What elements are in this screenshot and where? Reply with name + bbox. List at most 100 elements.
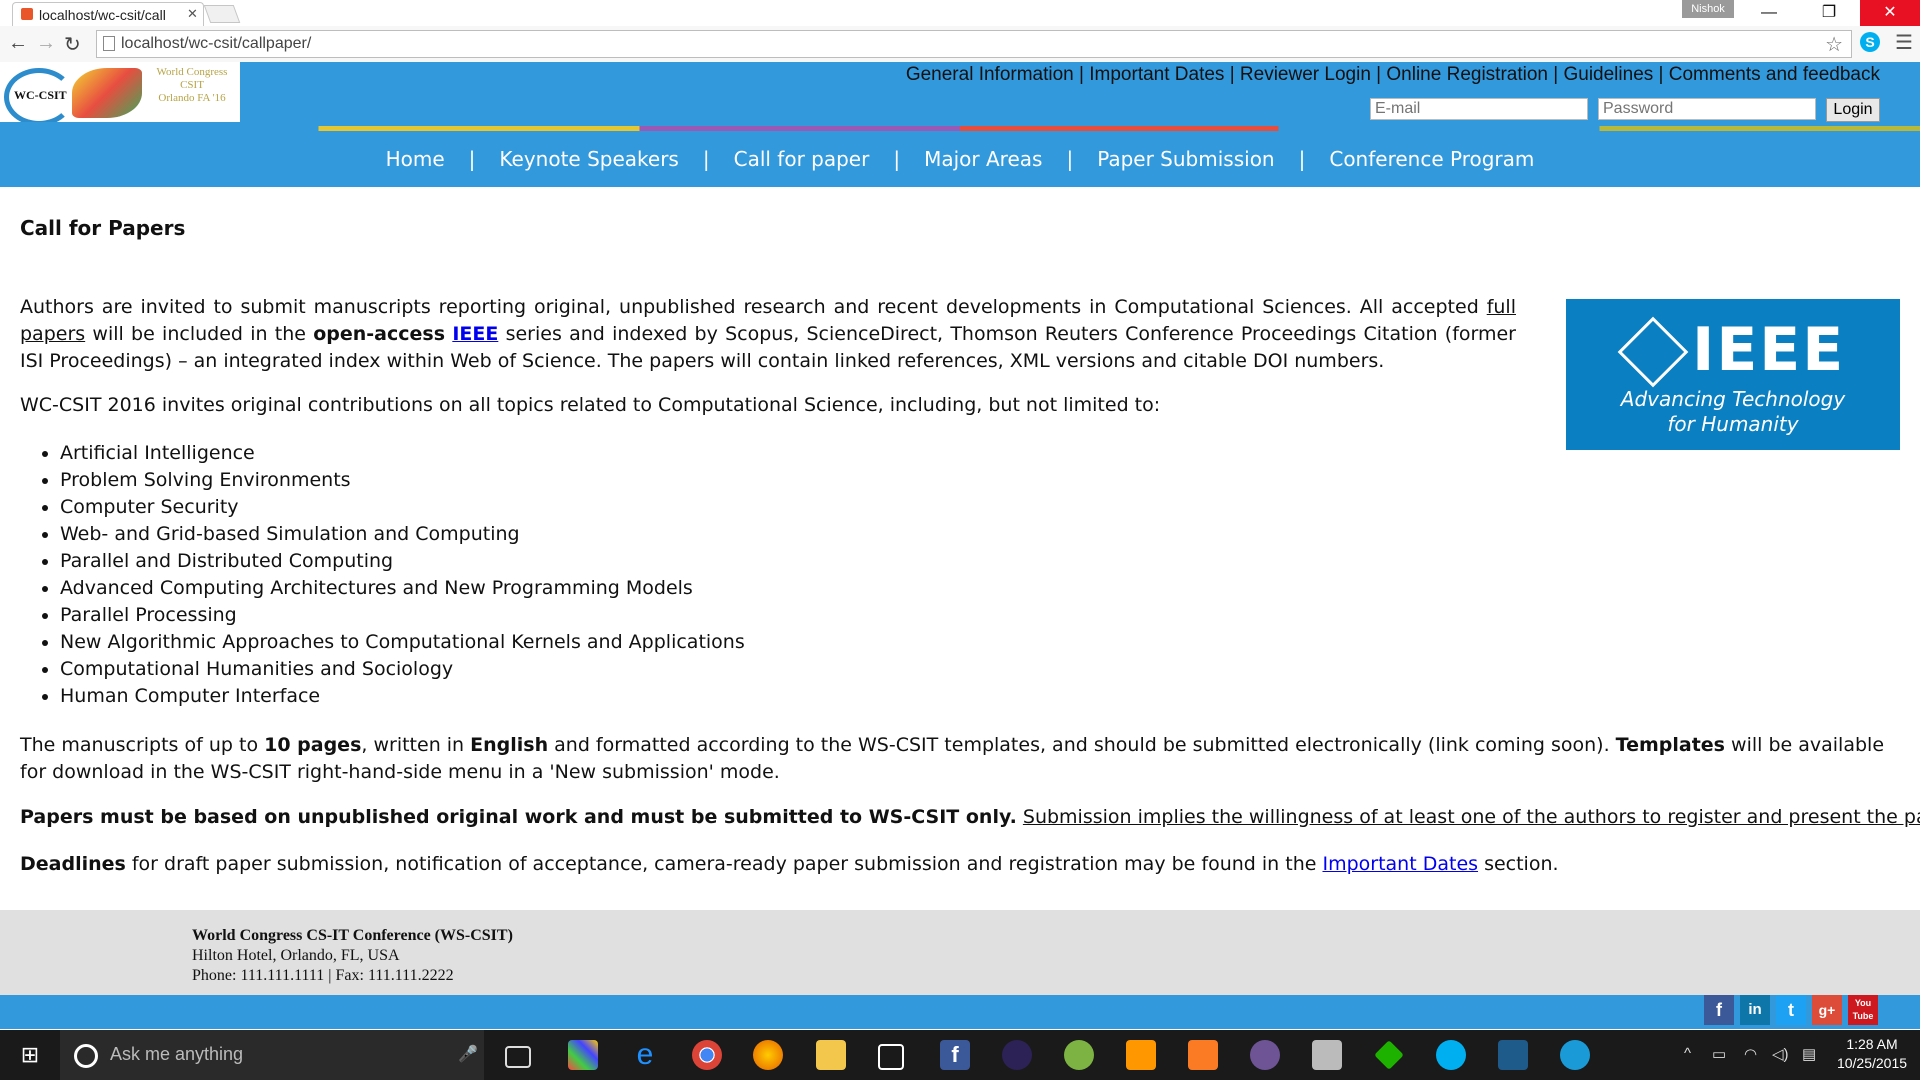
list-item: New Algorithmic Approaches to Computatio… — [60, 629, 745, 656]
facebook-icon[interactable]: f — [1704, 995, 1734, 1025]
nav-separator: | — [1066, 147, 1074, 171]
important-dates-link[interactable]: Important Dates — [1322, 853, 1478, 875]
browser-toolbar: ← → ↻ localhost/wc-csit/callpaper/ ☆ S ☰ — [0, 26, 1920, 63]
topics-intro: WC-CSIT 2016 invites original contributi… — [20, 394, 1161, 416]
pc-icon[interactable] — [1312, 1040, 1342, 1070]
list-item: Problem Solving Environments — [60, 467, 745, 494]
firefox-icon[interactable] — [753, 1040, 783, 1070]
github-icon[interactable] — [1250, 1040, 1280, 1070]
top-link-general-information[interactable]: General Information — [906, 64, 1074, 85]
deadlines-bold: Deadlines — [20, 853, 126, 875]
google-plus-icon[interactable]: g+ — [1812, 995, 1842, 1025]
top-link-guidelines[interactable]: Guidelines — [1563, 64, 1653, 85]
facebook-app-icon[interactable]: f — [940, 1040, 970, 1070]
top-link-online-registration[interactable]: Online Registration — [1386, 64, 1548, 85]
youtube-icon[interactable]: You Tube — [1848, 995, 1878, 1025]
footer-phone: Phone: 111.111.1111 | Fax: 111.111.2222 — [192, 967, 454, 984]
ieee-tagline-1: Advancing Technology — [1620, 387, 1846, 411]
topics-list: Artificial Intelligence Problem Solving … — [20, 440, 745, 710]
taskbar-clock[interactable]: 1:28 AM 10/25/2015 — [1830, 1035, 1914, 1073]
nav-separator: | — [893, 147, 901, 171]
top-link-reviewer-login[interactable]: Reviewer Login — [1240, 64, 1371, 85]
top-link-comments-feedback[interactable]: Comments and feedback — [1669, 64, 1880, 85]
store-icon[interactable] — [878, 1044, 904, 1070]
chrome-icon[interactable] — [692, 1040, 722, 1070]
bookmark-star-icon[interactable]: ☆ — [1825, 32, 1843, 57]
linkedin-icon[interactable]: in — [1740, 995, 1770, 1025]
nav-separator: | — [1298, 147, 1306, 171]
nav-conference-program[interactable]: Conference Program — [1329, 147, 1534, 171]
new-tab-button[interactable] — [203, 5, 241, 23]
manuscripts-text-a: The manuscripts of up to — [20, 734, 265, 756]
footer-contact: World Congress CS-IT Conference (WS-CSIT… — [192, 926, 513, 986]
taskbar: ⊞ Ask me anything 🎤 e f ^ ▭ ◠ ◁) ▤ 1:28 … — [0, 1030, 1920, 1080]
restore-icon[interactable]: ❐ — [1806, 0, 1852, 26]
nav-keynote-speakers[interactable]: Keynote Speakers — [499, 147, 678, 171]
nav-call-for-paper[interactable]: Call for paper — [734, 147, 870, 171]
skype-icon[interactable] — [1436, 1040, 1466, 1070]
ieee-tagline: Advancing Technology for Humanity — [1566, 387, 1900, 437]
tray-chevron-icon[interactable]: ^ — [1684, 1045, 1691, 1062]
gem-icon[interactable] — [1374, 1040, 1404, 1070]
url-text[interactable]: localhost/wc-csit/callpaper/ — [121, 35, 311, 53]
mysql-workbench-icon[interactable] — [1498, 1040, 1528, 1070]
pages-text: 10 pages — [264, 734, 362, 756]
forward-arrow-icon[interactable]: → — [36, 32, 56, 55]
tab-title: localhost/wc-csit/call — [39, 7, 166, 23]
deadlines-text: for draft paper submission, notification… — [125, 853, 1323, 875]
manuscripts-text-c: and formatted according to the WS-CSIT t… — [548, 734, 1616, 756]
site-logo[interactable]: WC-CSIT World Congress CSIT Orlando FA '… — [0, 62, 240, 126]
notifications-icon[interactable]: ▤ — [1802, 1045, 1816, 1063]
list-item: Artificial Intelligence — [60, 440, 745, 467]
address-bar[interactable]: localhost/wc-csit/callpaper/ ☆ — [96, 30, 1852, 58]
clock-time: 1:28 AM — [1846, 1036, 1898, 1052]
wifi-icon[interactable]: ◠ — [1744, 1045, 1757, 1063]
footer-org: World Congress CS-IT Conference (WS-CSIT… — [192, 927, 513, 944]
list-item: Computational Humanities and Sociology — [60, 656, 745, 683]
eclipse-icon[interactable] — [1002, 1040, 1032, 1070]
microphone-icon[interactable]: 🎤 — [458, 1044, 478, 1064]
file-explorer-icon[interactable] — [816, 1040, 846, 1070]
logo-line3: Orlando FA '16 — [158, 92, 226, 104]
window-close-icon[interactable]: ✕ — [1860, 0, 1920, 26]
templates-text: Templates — [1615, 734, 1725, 756]
task-view-icon[interactable] — [505, 1046, 531, 1068]
social-bar: f in t g+ You Tube — [0, 995, 1920, 1029]
volume-icon[interactable]: ◁) — [1772, 1045, 1789, 1063]
android-studio-icon[interactable] — [1064, 1040, 1094, 1070]
edge-icon[interactable]: e — [630, 1040, 660, 1070]
ieee-link[interactable]: IEEE — [452, 323, 498, 345]
list-item: Web- and Grid-based Simulation and Compu… — [60, 521, 745, 548]
battery-icon[interactable]: ▭ — [1712, 1045, 1726, 1063]
requirements-underline: Submission implies the willingness of at… — [1022, 806, 1920, 828]
back-arrow-icon[interactable]: ← — [8, 32, 28, 55]
top-links: General Information | Important Dates | … — [906, 64, 1880, 86]
login-button[interactable]: Login — [1826, 98, 1880, 122]
search-placeholder[interactable]: Ask me anything — [110, 1044, 243, 1065]
reload-icon[interactable]: ↻ — [64, 32, 81, 57]
cortana-search[interactable]: Ask me anything 🎤 — [60, 1030, 484, 1080]
xampp-icon[interactable] — [1188, 1040, 1218, 1070]
list-item: Computer Security — [60, 494, 745, 521]
twitter-icon[interactable]: t — [1776, 995, 1806, 1025]
top-link-important-dates[interactable]: Important Dates — [1089, 64, 1224, 85]
list-item: Advanced Computing Architectures and New… — [60, 575, 745, 602]
nav-paper-submission[interactable]: Paper Submission — [1097, 147, 1274, 171]
menu-hamburger-icon[interactable]: ☰ — [1895, 30, 1913, 55]
profile-badge[interactable]: Nishok — [1682, 0, 1734, 18]
nav-home[interactable]: Home — [386, 147, 445, 171]
sublime-text-icon[interactable] — [1126, 1040, 1156, 1070]
password-field[interactable] — [1598, 98, 1816, 120]
app-grid-icon[interactable] — [568, 1040, 598, 1070]
manuscripts-paragraph: The manuscripts of up to 10 pages, writt… — [20, 732, 1910, 786]
minimize-icon[interactable]: — — [1746, 0, 1792, 26]
tab-close-icon[interactable]: ✕ — [187, 6, 198, 22]
skype-extension-icon[interactable]: S — [1860, 32, 1880, 52]
email-field[interactable] — [1370, 98, 1588, 120]
vmware-icon[interactable] — [1560, 1040, 1590, 1070]
manuscripts-text-b: , written in — [361, 734, 471, 756]
browser-tab[interactable]: localhost/wc-csit/call ✕ — [12, 2, 204, 27]
page-title: Call for Papers — [20, 216, 186, 240]
windows-start-icon[interactable]: ⊞ — [0, 1030, 60, 1080]
nav-major-areas[interactable]: Major Areas — [924, 147, 1042, 171]
